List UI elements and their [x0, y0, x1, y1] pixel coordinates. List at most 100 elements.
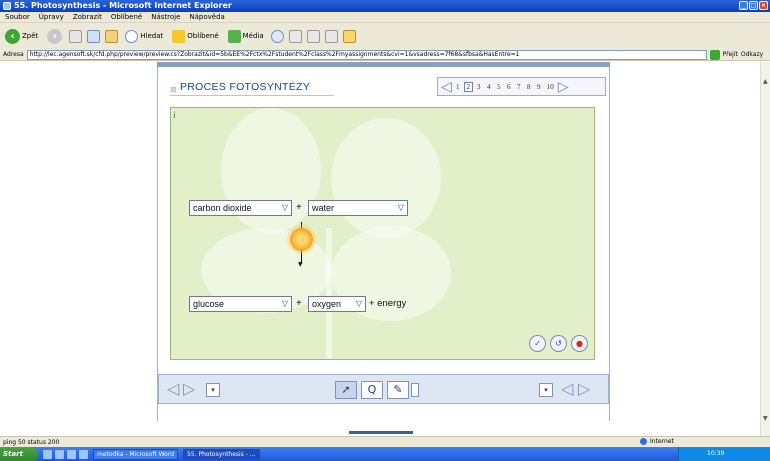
- media-label: Média: [242, 32, 264, 40]
- dropdown-caret-icon: ▽: [397, 203, 404, 212]
- mail-icon[interactable]: [288, 29, 302, 43]
- record-button[interactable]: ●: [571, 335, 588, 352]
- reset-button[interactable]: ↺: [550, 335, 567, 352]
- home-icon[interactable]: [105, 29, 119, 43]
- glucose-value: glucose: [193, 299, 225, 309]
- page-6[interactable]: 6: [505, 83, 513, 91]
- page-8[interactable]: 8: [525, 83, 533, 91]
- check-answer-button[interactable]: ✓: [529, 335, 546, 352]
- start-button[interactable]: Start: [0, 447, 38, 461]
- menu-item-zobrazit[interactable]: Zobrazit: [73, 13, 102, 21]
- menu-toggle-button[interactable]: ▾: [206, 383, 220, 397]
- clock: 10:39: [707, 450, 725, 457]
- media-button[interactable]: Média: [226, 26, 266, 46]
- forward-arrow-icon: ›: [47, 28, 63, 44]
- pointer-tool-button[interactable]: ➚: [335, 381, 357, 399]
- nav-back-icon[interactable]: ◁: [561, 380, 573, 398]
- page-navigator: ◁ 1 2 3 4 5 6 7 8 9 10 ▷: [437, 77, 606, 96]
- minimize-button[interactable]: _: [739, 1, 748, 10]
- oxygen-dropdown[interactable]: oxygen ▽: [308, 296, 366, 312]
- page-2[interactable]: 2: [463, 81, 473, 92]
- quick-launch-icon[interactable]: [67, 449, 76, 459]
- address-bar: Adresa http://lec.agensoft.sk/cfd.php/pr…: [0, 49, 770, 61]
- browser-toolbar: ‹ Zpět › Hledat Oblíbené Média: [0, 23, 770, 49]
- leaf-stem: [326, 228, 332, 359]
- status-text: ping 50 status 200: [3, 438, 60, 446]
- highlight-tool-button[interactable]: ✎: [387, 381, 409, 399]
- dropdown-caret-icon: ▽: [355, 299, 362, 308]
- back-label: Zpět: [22, 32, 39, 40]
- print-icon[interactable]: [306, 29, 320, 43]
- menu-item-upravy[interactable]: Úpravy: [39, 13, 64, 21]
- go-label[interactable]: Přejít: [723, 51, 738, 58]
- ie-icon: [3, 2, 11, 10]
- nav-prev-icon[interactable]: ◁: [167, 380, 179, 398]
- page-5[interactable]: 5: [495, 83, 503, 91]
- scroll-up-icon[interactable]: ▲: [763, 78, 769, 85]
- close-button[interactable]: ×: [759, 1, 768, 10]
- page-1[interactable]: 1: [454, 83, 462, 91]
- energy-label: + energy: [369, 298, 407, 309]
- module-title: PROCES FOTOSYNTÉZY: [180, 81, 311, 93]
- quick-launch-icon[interactable]: [43, 449, 52, 459]
- prev-page-icon[interactable]: ◁: [441, 80, 452, 94]
- exercise-actions: ✓ ↺ ●: [529, 335, 588, 352]
- links-label[interactable]: Odkazy: [741, 51, 763, 58]
- page-3[interactable]: 3: [475, 83, 483, 91]
- task-word[interactable]: metodka - Microsoft Word: [93, 448, 179, 460]
- stop-icon[interactable]: [69, 29, 83, 43]
- quick-launch-icon[interactable]: [79, 449, 88, 459]
- quick-launch-icon[interactable]: [55, 449, 64, 459]
- info-icon[interactable]: i: [173, 110, 181, 120]
- go-icon[interactable]: [709, 49, 720, 60]
- page-9[interactable]: 9: [535, 83, 543, 91]
- sun-icon: [290, 228, 313, 251]
- plus-sign: +: [296, 298, 302, 309]
- carbon-dioxide-value: carbon dioxide: [193, 203, 252, 213]
- menu-item-napoveda[interactable]: Nápověda: [189, 13, 224, 21]
- page-scrollbar[interactable]: ▲ ▼: [760, 62, 770, 436]
- page-10[interactable]: 10: [545, 83, 556, 91]
- tool-options-button[interactable]: [411, 383, 419, 397]
- zoom-tool-button[interactable]: Q: [361, 381, 383, 399]
- glucose-dropdown[interactable]: glucose ▽: [189, 296, 292, 312]
- history-icon[interactable]: [270, 29, 284, 43]
- page-viewport: ⊠ PROCES FOTOSYNTÉZY ◁ 1 2 3 4 5 6 7 8 9…: [0, 62, 760, 436]
- search-label: Hledat: [140, 32, 164, 40]
- scroll-down-icon[interactable]: ▼: [763, 415, 769, 422]
- plus-sign: +: [296, 202, 302, 213]
- next-page-icon[interactable]: ▷: [558, 80, 569, 94]
- edit-icon[interactable]: [324, 29, 338, 43]
- quick-launch: [43, 449, 88, 459]
- menu-item-soubor[interactable]: Soubor: [5, 13, 30, 21]
- oxygen-value: oxygen: [312, 299, 342, 309]
- system-tray: 10:39: [678, 447, 770, 461]
- favorites-label: Oblíbené: [187, 32, 219, 40]
- search-button[interactable]: Hledat: [123, 26, 165, 46]
- task-ie[interactable]: 55. Photosynthesis - ...: [183, 448, 260, 460]
- refresh-icon[interactable]: [87, 29, 101, 43]
- page-7[interactable]: 7: [515, 83, 523, 91]
- options-button[interactable]: ▾: [539, 383, 553, 397]
- taskbar: Start metodka - Microsoft Word 55. Photo…: [0, 447, 770, 461]
- favorites-button[interactable]: Oblíbené: [170, 26, 220, 46]
- menu-item-nastroje[interactable]: Nástroje: [151, 13, 180, 21]
- module-navbar: ◁ ▷ ▾ ➚ Q ✎ ▾ ◁ ▷: [158, 374, 609, 404]
- status-bar: ping 50 status 200 Internet: [0, 436, 770, 447]
- nav-next-icon[interactable]: ▷: [183, 380, 195, 398]
- water-dropdown[interactable]: water ▽: [308, 200, 408, 216]
- address-input[interactable]: http://lec.agensoft.sk/cfd.php/preview/p…: [26, 49, 707, 60]
- menu-item-oblibene[interactable]: Oblíbené: [111, 13, 142, 21]
- star-icon: [172, 29, 186, 43]
- dropdown-caret-icon: ▽: [281, 203, 288, 212]
- folder-icon[interactable]: [342, 29, 356, 43]
- zone-label: Internet: [650, 438, 674, 445]
- carbon-dioxide-dropdown[interactable]: carbon dioxide ▽: [189, 200, 292, 216]
- page-4[interactable]: 4: [485, 83, 493, 91]
- forward-button[interactable]: ›: [45, 26, 64, 46]
- back-button[interactable]: ‹ Zpět: [3, 26, 40, 46]
- nav-forward-icon[interactable]: ▷: [578, 380, 590, 398]
- dropdown-caret-icon: ▽: [281, 299, 288, 308]
- maximize-button[interactable]: □: [749, 1, 758, 10]
- title-marker-icon: ⊠: [170, 85, 177, 94]
